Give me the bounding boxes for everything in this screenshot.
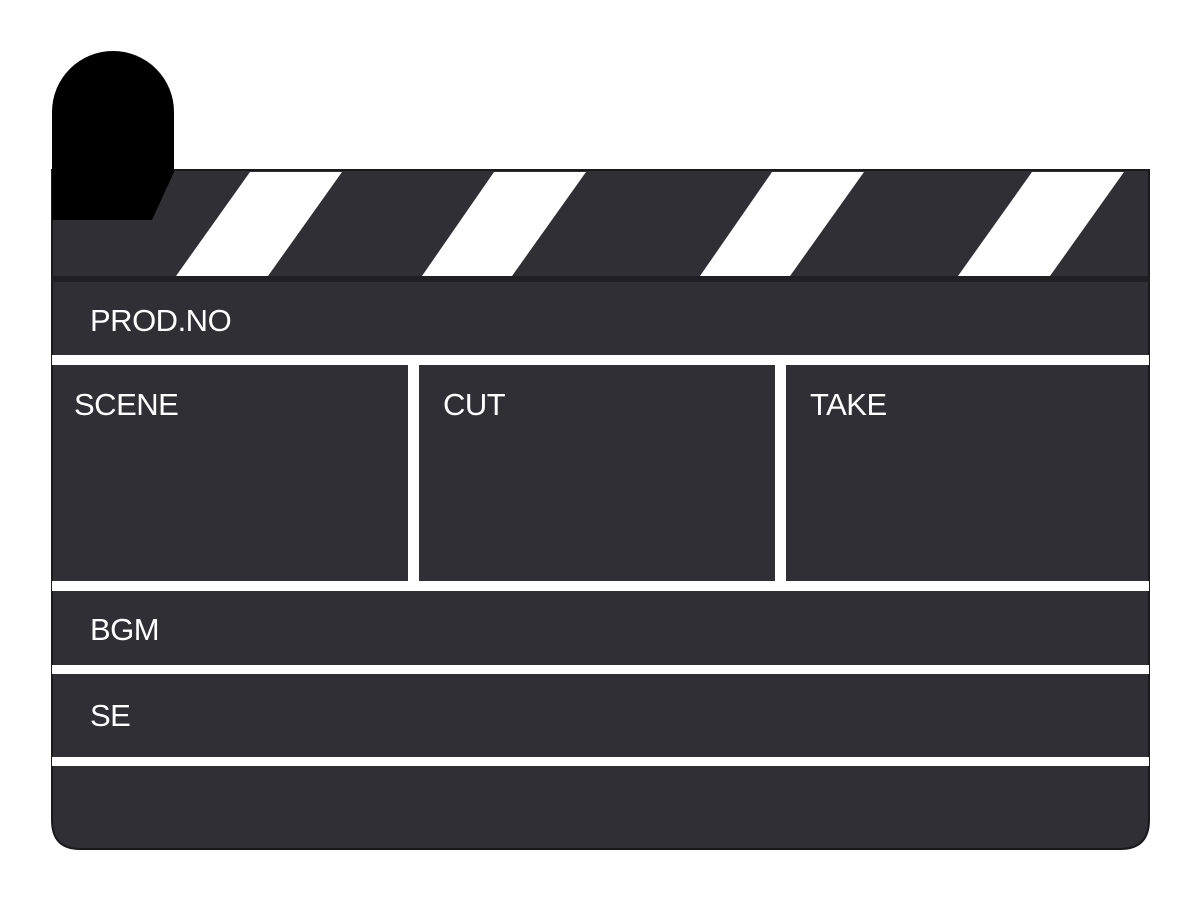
row-divider xyxy=(52,665,1149,674)
row-divider xyxy=(52,581,1149,591)
scene-label: SCENE xyxy=(74,387,179,422)
clapper-seam xyxy=(52,276,1149,282)
column-divider xyxy=(775,365,786,581)
clapperboard-graphic xyxy=(51,51,1150,850)
prod-no-label: PROD.NO xyxy=(90,303,232,338)
row-divider xyxy=(52,355,1149,365)
se-label: SE xyxy=(90,698,131,733)
column-divider xyxy=(408,365,419,581)
row-divider xyxy=(52,757,1149,766)
cut-label: CUT xyxy=(443,387,506,422)
hinge-knob xyxy=(52,51,174,220)
take-label: TAKE xyxy=(810,387,887,422)
bgm-label: BGM xyxy=(90,612,160,647)
